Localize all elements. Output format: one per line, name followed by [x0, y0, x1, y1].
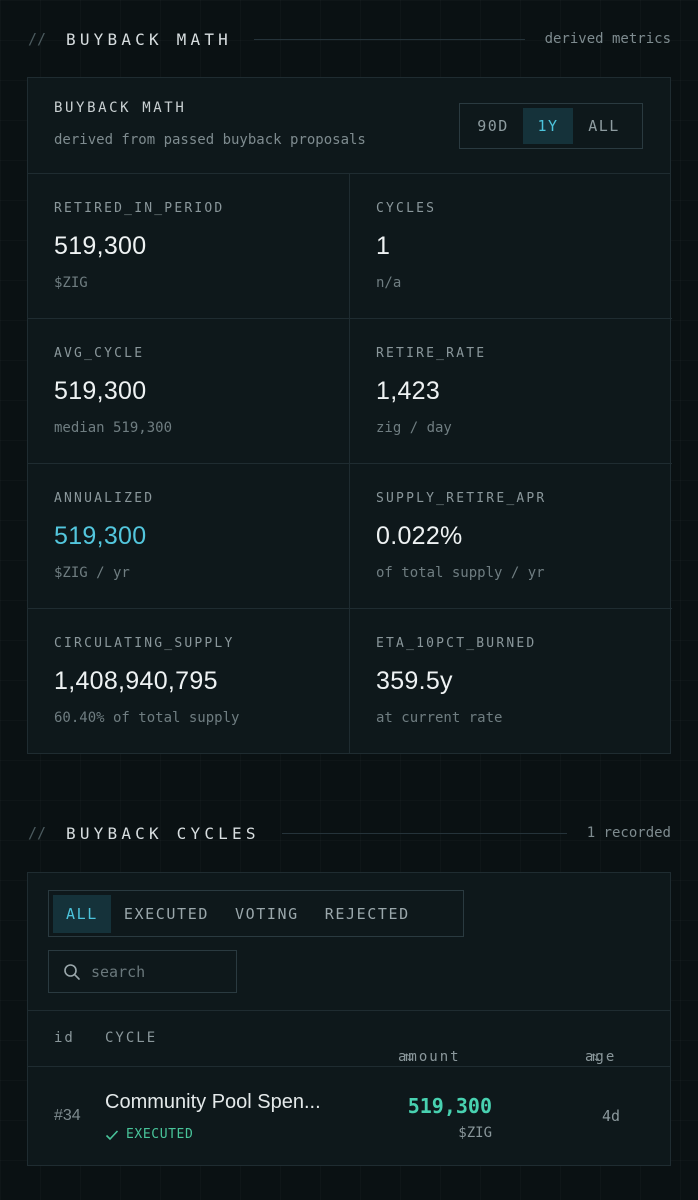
- section-rule: [281, 832, 567, 834]
- metric-value: 519,300: [54, 377, 147, 405]
- section-title: BUYBACK MATH: [66, 29, 232, 49]
- metric-sub: median 519,300: [54, 420, 173, 436]
- table-header: id CYCLE amount ⇅ age ⇅: [28, 1010, 670, 1067]
- section-slashes: //: [28, 824, 47, 842]
- panel-header: BUYBACK MATH derived from passed buyback…: [28, 78, 670, 174]
- metric-eta-10pct-burned: ETA_10PCT_BURNED 359.5y at current rate: [350, 609, 672, 754]
- status-label: EXECUTED: [126, 1127, 194, 1142]
- metric-value: 359.5y: [376, 667, 453, 695]
- search-placeholder: search: [91, 962, 146, 981]
- sort-icon: ⇅: [591, 1049, 600, 1065]
- metric-sub: $ZIG: [54, 275, 88, 291]
- metric-sub: 60.40% of total supply: [54, 710, 240, 726]
- panel-title: BUYBACK MATH: [54, 100, 187, 116]
- buyback-cycles-section-header: // BUYBACK CYCLES 1 recorded: [28, 821, 671, 845]
- metric-retire-rate: RETIRE_RATE 1,423 zig / day: [350, 319, 672, 464]
- section-meta: 1 recorded: [586, 825, 671, 841]
- sort-icon: ⇅: [404, 1049, 413, 1065]
- search-icon: [64, 963, 80, 980]
- metric-label: CYCLES: [376, 201, 437, 216]
- range-option-90d[interactable]: 90D: [463, 108, 523, 144]
- column-id: id: [54, 1030, 75, 1046]
- metric-supply-retire-apr: SUPPLY_RETIRE_APR 0.022% of total supply…: [350, 464, 672, 609]
- metric-label: ANNUALIZED: [54, 491, 155, 506]
- metric-annualized: ANNUALIZED 519,300 $ZIG / yr: [28, 464, 350, 609]
- buyback-cycles-panel: ALL EXECUTED VOTING REJECTED search id C…: [27, 872, 671, 1166]
- tab-all[interactable]: ALL: [53, 894, 111, 933]
- row-cycle-name[interactable]: Community Pool Spen...: [105, 1091, 321, 1114]
- tab-rejected[interactable]: REJECTED: [312, 895, 423, 933]
- metric-value: 1,423: [376, 377, 441, 405]
- tab-voting[interactable]: VOTING: [222, 895, 312, 933]
- section-rule: [254, 38, 525, 40]
- metric-avg-cycle: AVG_CYCLE 519,300 median 519,300: [28, 319, 350, 464]
- metric-label: CIRCULATING_SUPPLY: [54, 636, 235, 651]
- search-input[interactable]: search: [48, 950, 237, 993]
- row-id: #34: [54, 1107, 81, 1124]
- table-row[interactable]: #34 Community Pool Spen... EXECUTED 519,…: [28, 1067, 670, 1165]
- range-option-1y[interactable]: 1Y: [523, 108, 573, 144]
- metric-retired-in-period: RETIRED_IN_PERIOD 519,300 $ZIG: [28, 174, 350, 319]
- metric-value: 519,300: [54, 232, 147, 260]
- column-cycle: CYCLE: [105, 1030, 158, 1046]
- metric-value: 0.022%: [376, 522, 463, 550]
- metric-value: 1,408,940,795: [54, 667, 218, 695]
- section-meta: derived metrics: [544, 31, 671, 47]
- section-slashes: //: [28, 30, 47, 48]
- row-age: 4d: [602, 1107, 621, 1125]
- row-amount: 519,300: [407, 1094, 492, 1118]
- metric-cycles: CYCLES 1 n/a: [350, 174, 672, 319]
- metric-sub: zig / day: [376, 420, 452, 436]
- row-amount-unit: $ZIG: [458, 1125, 492, 1141]
- metric-label: ETA_10PCT_BURNED: [376, 636, 537, 651]
- metric-sub: at current rate: [376, 710, 503, 726]
- metric-sub: of total supply / yr: [376, 565, 545, 581]
- metric-sub: $ZIG / yr: [54, 565, 130, 581]
- range-selector: 90D 1Y ALL: [459, 103, 643, 149]
- buyback-math-panel: BUYBACK MATH derived from passed buyback…: [27, 77, 672, 754]
- panel-subtitle: derived from passed buyback proposals: [54, 132, 366, 148]
- metrics-grid: RETIRED_IN_PERIOD 519,300 $ZIG CYCLES 1 …: [28, 174, 672, 754]
- metric-label: RETIRED_IN_PERIOD: [54, 201, 225, 216]
- section-title: BUYBACK CYCLES: [66, 823, 260, 843]
- column-age-label: age: [585, 1049, 617, 1065]
- metric-label: RETIRE_RATE: [376, 346, 487, 361]
- metric-label: AVG_CYCLE: [54, 346, 145, 361]
- metric-circulating-supply: CIRCULATING_SUPPLY 1,408,940,795 60.40% …: [28, 609, 350, 754]
- buyback-math-section-header: // BUYBACK MATH derived metrics: [28, 27, 671, 51]
- status-filter-tabs: ALL EXECUTED VOTING REJECTED: [48, 890, 464, 937]
- metric-label: SUPPLY_RETIRE_APR: [376, 491, 547, 506]
- tab-executed[interactable]: EXECUTED: [111, 895, 222, 933]
- status-badge: EXECUTED: [105, 1127, 193, 1142]
- metric-value: 519,300: [54, 522, 147, 550]
- metric-sub: n/a: [376, 275, 402, 291]
- check-icon: [105, 1129, 119, 1140]
- metric-value: 1: [376, 232, 391, 260]
- range-option-all[interactable]: ALL: [573, 108, 635, 144]
